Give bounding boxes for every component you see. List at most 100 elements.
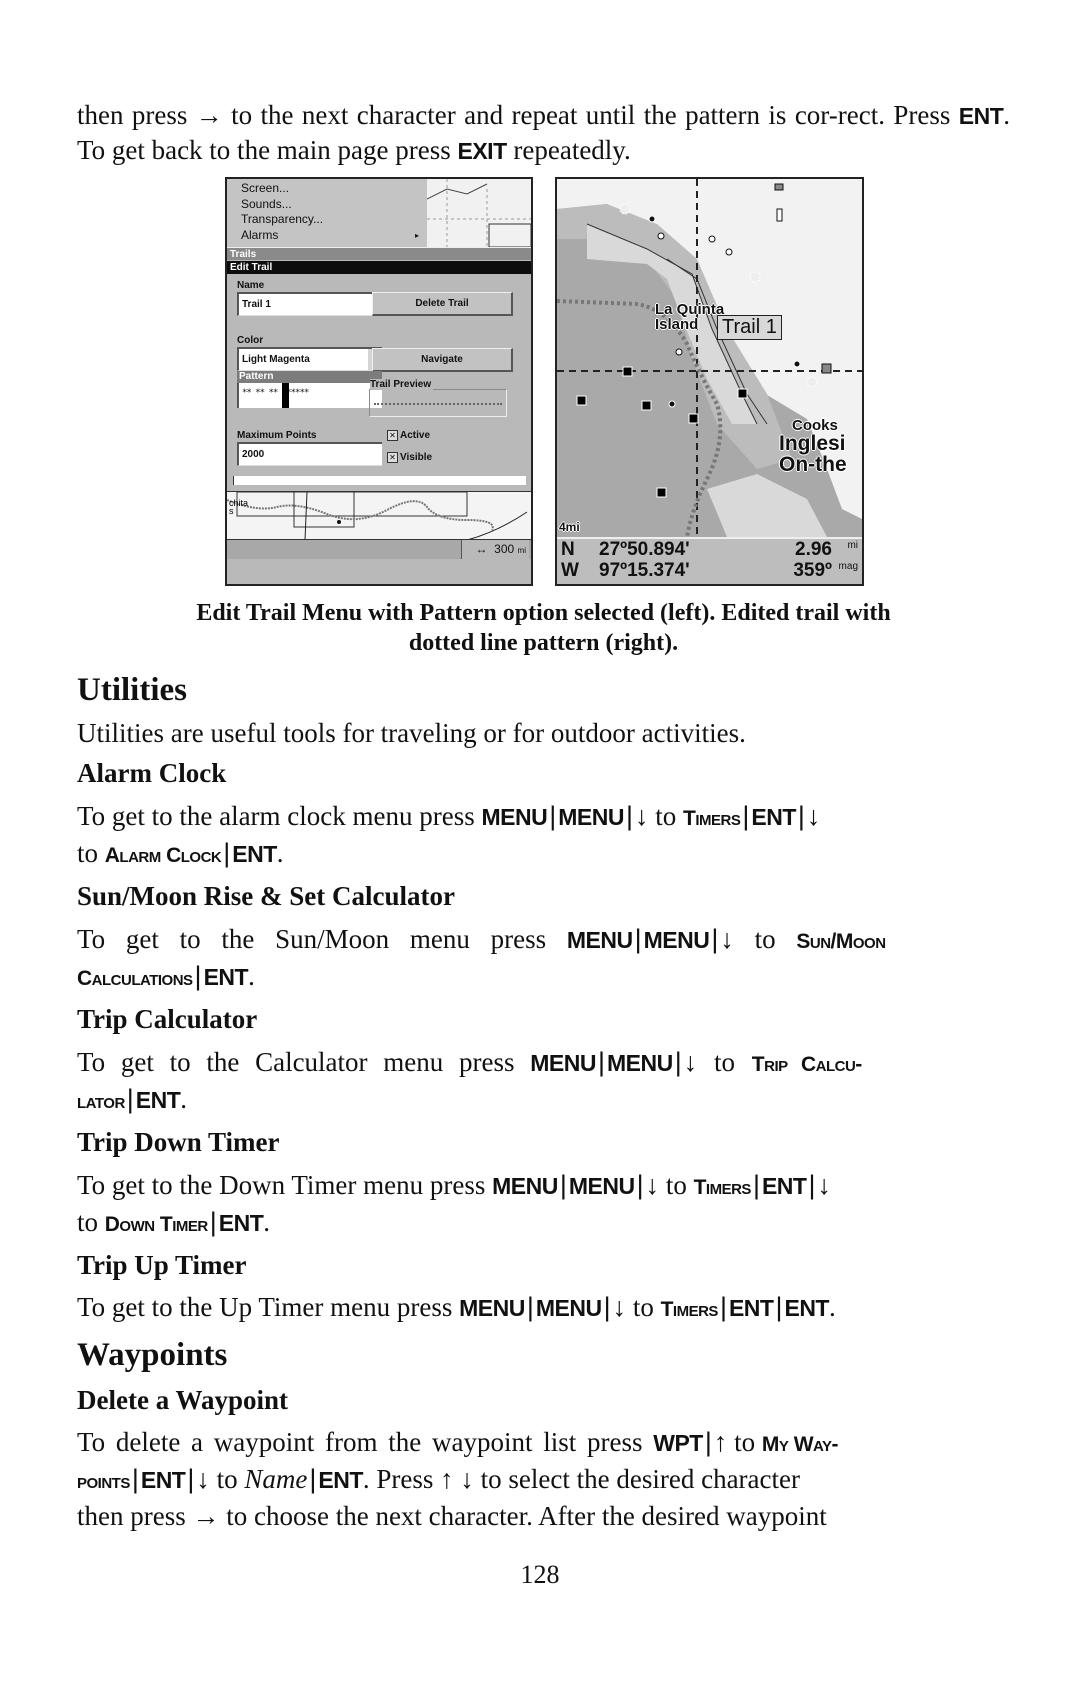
delete-trail-button[interactable]: Delete Trail — [372, 292, 513, 316]
text-fragment: Alarm Clock — [104, 844, 222, 867]
navigate-button[interactable]: Navigate — [372, 348, 513, 372]
subheading-down-timer: Trip Down Timer — [77, 1127, 280, 1157]
text-fragment: Visible — [400, 452, 433, 463]
text-fragment: . Press — [362, 1464, 441, 1494]
section-heading-waypoints: Waypoints — [77, 1337, 228, 1373]
menu-item-sounds[interactable]: Sounds... — [241, 197, 427, 213]
separator: | — [131, 1464, 139, 1494]
arrow-right-icon: → — [192, 1501, 220, 1531]
color-dropdown[interactable]: Light Magenta ▼ — [237, 347, 382, 371]
subheading-up-timer: Trip Up Timer — [77, 1250, 247, 1280]
text-fragment: ENT — [761, 1173, 807, 1199]
text-fragment: . — [248, 961, 255, 991]
separator: | — [634, 924, 642, 954]
text-fragment: to — [77, 1207, 105, 1237]
trail-preview-label: Trail Preview — [370, 379, 434, 390]
text-fragment: to the next character and repeat until t… — [222, 100, 959, 130]
arrow-down-icon: ↓ — [635, 801, 649, 831]
text-fragment: Down Timer — [104, 1213, 209, 1236]
separator: | — [559, 1170, 567, 1200]
buoy-marker — [793, 360, 801, 368]
dialog-bottom-strip — [233, 476, 526, 485]
waypoint-marker — [576, 395, 587, 406]
text-fragment: Calculations — [77, 967, 193, 990]
separator: | — [126, 1084, 134, 1114]
text-fragment: MENU — [530, 1050, 596, 1076]
separator: | — [526, 1292, 534, 1322]
text-fragment: W — [561, 560, 579, 581]
text-fragment: to — [659, 1170, 694, 1200]
subheading-delete-waypoint: Delete a Waypoint — [77, 1385, 288, 1415]
chart-map[interactable] — [557, 179, 862, 537]
place-label-la-quinta: La Quinta — [655, 301, 725, 318]
menu-item-transparency[interactable]: Transparency... — [241, 212, 427, 228]
text-fragment: mi — [517, 546, 526, 555]
text-fragment: ** ** ** ****** — [242, 388, 309, 398]
key-ent: ENT — [958, 103, 1004, 129]
longitude-value: 97º15.374' — [599, 560, 690, 581]
pattern-cursor — [282, 383, 289, 408]
text-fragment: to — [648, 801, 684, 831]
arrow-down-icon: ↓ — [612, 1292, 627, 1322]
separator: | — [752, 1170, 760, 1200]
separator: | — [194, 961, 202, 991]
trail-name-input[interactable]: Trail 1 — [237, 292, 382, 316]
arrow-right-icon: → — [195, 100, 223, 130]
separator: | — [187, 1464, 195, 1494]
text-fragment: To get to the Down Timer menu press — [77, 1170, 493, 1200]
separator: | — [808, 1170, 816, 1200]
menu-item-screen[interactable]: Screen... — [241, 181, 427, 197]
page-number: 128 — [520, 1560, 560, 1589]
text-fragment: Timers — [693, 1176, 752, 1199]
text-fragment: To delete a waypoint from the waypoint l… — [77, 1427, 654, 1457]
text-fragment: Trip Calcu- — [751, 1053, 863, 1076]
arrow-down-icon: ↓ — [683, 1047, 698, 1077]
active-checkbox[interactable]: ✕ Active — [387, 430, 430, 441]
buoy-marker — [648, 215, 656, 223]
text-fragment: mag — [838, 561, 858, 572]
section-heading-utilities: Utilities — [77, 672, 187, 708]
arrow-down-icon: ↓ — [806, 801, 821, 831]
menu-item-alarms[interactable]: Alarms — [241, 228, 427, 244]
subheading-alarm-clock: Alarm Clock — [77, 758, 227, 788]
edit-trail-screenshot: Screen... Sounds... Transparency... Alar… — [225, 177, 533, 586]
visible-checkbox[interactable]: ✕ Visible — [387, 452, 432, 463]
buoy-marker — [657, 232, 665, 240]
text-fragment: Timers — [683, 807, 741, 830]
max-points-input[interactable]: 2000 — [237, 442, 382, 466]
text-fragment: MENU — [568, 1173, 635, 1199]
buoy-marker — [675, 348, 683, 356]
separator: | — [309, 1464, 317, 1494]
bearing-value: 359º — [793, 560, 832, 581]
separator: | — [603, 1292, 611, 1322]
text-fragment: Name — [244, 1464, 308, 1494]
separator: | — [742, 801, 750, 831]
subheading-trip-calculator: Trip Calculator — [77, 1004, 258, 1034]
separator: | — [704, 1427, 712, 1457]
place-label-on-the: On-the — [779, 453, 847, 476]
text-fragment: ENT — [203, 964, 249, 990]
trails-menu-bar[interactable]: Trails — [227, 247, 531, 260]
separator: | — [549, 801, 557, 831]
text-fragment: MENU — [558, 804, 624, 830]
separator: | — [598, 1047, 606, 1077]
submenu-arrow-icon: ▸ — [414, 231, 419, 240]
map-scale-readout: ↔ 300 mi — [461, 540, 529, 559]
distance-value: 2.96 — [795, 539, 832, 560]
text-fragment: to — [209, 1464, 245, 1494]
text-fragment: . — [828, 1292, 836, 1322]
color-label: Color — [237, 335, 264, 346]
background-map-top — [427, 179, 531, 247]
waypoint-marker — [688, 413, 699, 424]
text-fragment: Light Magenta — [242, 354, 310, 365]
arrow-up-down-icon: ↑ ↓ — [440, 1464, 474, 1494]
text-fragment: . — [263, 1207, 271, 1237]
text-fragment: MENU — [566, 927, 633, 953]
intro-paragraph: then press → to the next character and r… — [77, 98, 1010, 168]
waypoint-marker — [737, 388, 748, 399]
pattern-input[interactable]: ** ** ** ****** — [237, 383, 382, 408]
delete-waypoint-instructions: To delete a waypoint from the waypoint l… — [77, 1425, 1010, 1533]
arrow-down-icon: ↓ — [196, 1464, 210, 1494]
checkbox-checked-icon: ✕ — [387, 430, 398, 441]
figure-caption-line2: dotted line pattern (right). — [408, 630, 679, 656]
